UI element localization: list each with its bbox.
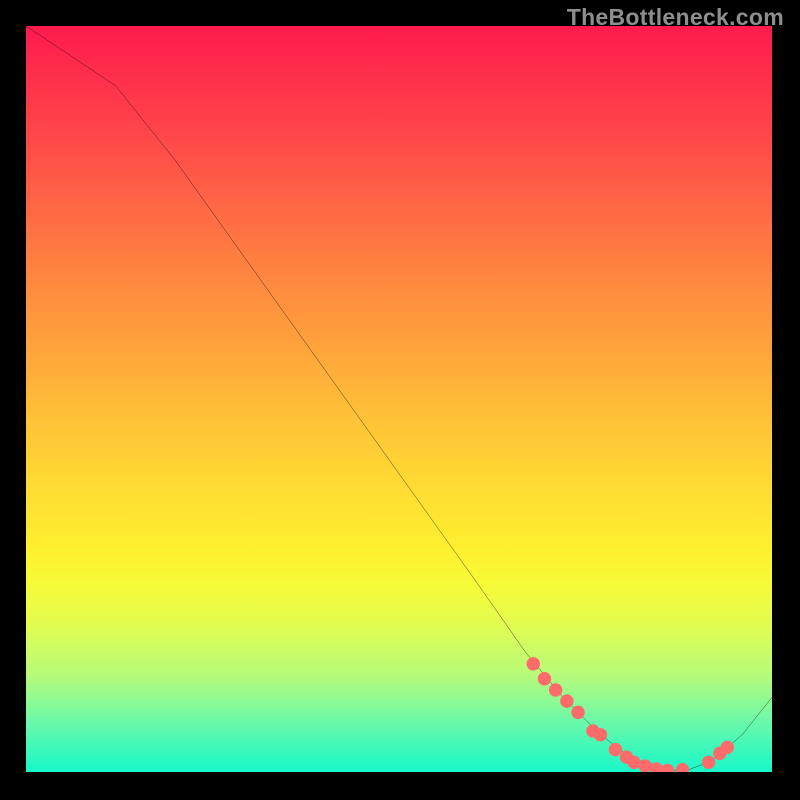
- chart-container: TheBottleneck.com: [0, 0, 800, 800]
- marker-point: [702, 756, 715, 769]
- marker-point: [560, 694, 573, 707]
- marker-point: [538, 672, 551, 685]
- marker-point: [527, 657, 540, 670]
- marker-point: [676, 763, 689, 772]
- curve-line: [26, 26, 772, 772]
- marker-point: [549, 683, 562, 696]
- plot-area: [26, 26, 772, 772]
- marker-point: [661, 764, 674, 772]
- marker-group: [527, 657, 734, 772]
- chart-overlay: [26, 26, 772, 772]
- marker-point: [721, 741, 734, 754]
- watermark-text: TheBottleneck.com: [567, 4, 784, 31]
- marker-point: [594, 728, 607, 741]
- marker-point: [571, 706, 584, 719]
- marker-point: [609, 743, 622, 756]
